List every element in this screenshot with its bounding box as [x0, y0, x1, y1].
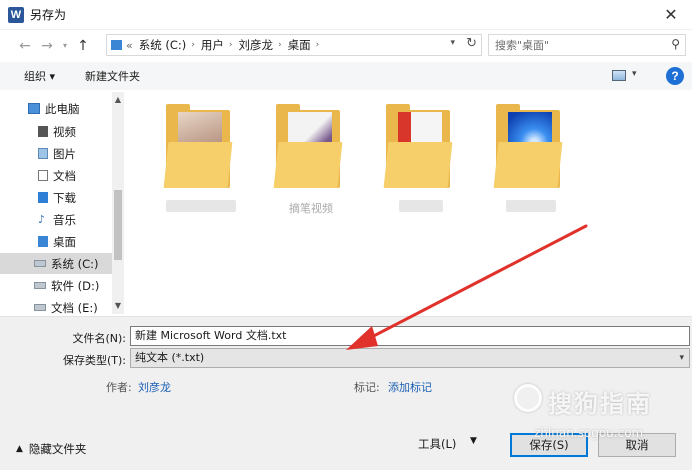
- document-folder-icon: [38, 170, 48, 181]
- hide-folders-label: 隐藏文件夹: [28, 442, 87, 456]
- filename-input[interactable]: 新建 Microsoft Word 文档.txt: [130, 326, 690, 346]
- sogou-logo-icon: [514, 384, 542, 412]
- tags-label: 标记:: [354, 381, 380, 394]
- sidebar-item-this-pc[interactable]: 此电脑: [0, 98, 112, 119]
- sidebar-item-drive-d[interactable]: 软件 (D:): [0, 275, 112, 296]
- back-arrow-icon[interactable]: ←: [14, 35, 36, 57]
- sidebar-item-documents[interactable]: 文档: [0, 165, 112, 186]
- filetype-value: 纯文本 (*.txt): [135, 351, 205, 364]
- sidebar-item-drive-e[interactable]: 文档 (E:): [0, 297, 112, 318]
- address-bar[interactable]: « 系统 (C:) › 用户 › 刘彦龙 › 桌面 › ▾ ↻: [106, 34, 482, 56]
- chevron-down-icon[interactable]: ▾: [679, 349, 684, 367]
- breadcrumb-item[interactable]: 刘彦龙: [239, 37, 274, 53]
- folder-icon-front: [493, 142, 563, 188]
- chevron-up-icon: ▲: [16, 444, 23, 454]
- drive-icon: [34, 282, 46, 289]
- drive-icon: [34, 304, 46, 311]
- sidebar-scrollbar[interactable]: ▲ ▼: [112, 92, 124, 314]
- search-placeholder: 搜索"桌面": [495, 39, 550, 52]
- sidebar-item-label: 下载: [53, 190, 76, 205]
- refresh-icon[interactable]: ↻: [466, 36, 477, 51]
- sidebar-item-label: 文档: [53, 168, 76, 183]
- music-folder-icon: ♪: [38, 213, 46, 226]
- sidebar-item-drive-c[interactable]: 系统 (C:): [0, 253, 112, 274]
- drive-icon: [34, 260, 46, 267]
- folder-name: [156, 200, 246, 215]
- forward-arrow-icon[interactable]: →: [36, 35, 58, 57]
- sidebar-item-label: 文档 (E:): [51, 300, 98, 315]
- help-icon[interactable]: ?: [666, 67, 684, 85]
- sidebar-item-label: 软件 (D:): [51, 278, 100, 293]
- tools-button[interactable]: 工具(L): [418, 436, 456, 452]
- sidebar-item-label: 视频: [53, 124, 76, 139]
- sidebar-item-music[interactable]: ♪ 音乐: [0, 209, 112, 230]
- word-app-icon: W: [8, 6, 24, 23]
- breadcrumb-item[interactable]: 用户: [201, 37, 224, 53]
- folder-item[interactable]: 摘笔视频: [266, 102, 356, 215]
- scroll-up-icon[interactable]: ▲: [112, 94, 124, 106]
- desktop-folder-icon: [38, 236, 48, 247]
- organize-button[interactable]: 组织 ▾: [24, 68, 55, 84]
- folder-icon-front: [383, 142, 453, 188]
- new-folder-button[interactable]: 新建文件夹: [85, 68, 140, 84]
- folder-item[interactable]: [156, 102, 246, 212]
- folder-icon-front: [163, 142, 233, 188]
- sidebar-item-downloads[interactable]: 下载: [0, 187, 112, 208]
- sidebar-item-videos[interactable]: 视频: [0, 121, 112, 142]
- folder-name: 摘笔视频: [289, 202, 333, 215]
- up-arrow-icon[interactable]: ↑: [72, 35, 94, 57]
- chevron-right-icon[interactable]: ›: [316, 40, 320, 50]
- filename-label: 文件名(N):: [72, 332, 126, 345]
- download-folder-icon: [38, 192, 48, 203]
- scroll-down-icon[interactable]: ▼: [112, 300, 124, 312]
- view-options-icon[interactable]: [612, 70, 626, 81]
- watermark-url: zhinan.sogou.com: [534, 426, 644, 440]
- video-folder-icon: [38, 126, 48, 137]
- folder-item[interactable]: [376, 102, 466, 212]
- search-icon[interactable]: ⚲: [671, 37, 680, 51]
- sidebar-item-label: 此电脑: [45, 101, 80, 116]
- folder-name: [376, 200, 466, 215]
- filetype-label: 保存类型(T):: [62, 354, 126, 367]
- desktop-folder-icon: [111, 40, 122, 50]
- scrollbar-thumb[interactable]: [114, 190, 122, 260]
- window-title: 另存为: [30, 8, 67, 22]
- chevron-right-icon[interactable]: ›: [229, 40, 233, 50]
- search-input[interactable]: 搜索"桌面" ⚲: [488, 34, 686, 56]
- recent-dropdown-icon[interactable]: ▾: [58, 35, 72, 57]
- folder-icon-front: [273, 142, 343, 188]
- dialog-footer: ▲ 隐藏文件夹 工具(L) ▼ 保存(S) 取消: [0, 417, 692, 470]
- navigation-pane: 此电脑 视频 图片 文档 下载 ♪ 音乐 桌面 系统 (C:) 软件 (D:) …: [0, 92, 124, 315]
- sidebar-item-desktop[interactable]: 桌面: [0, 231, 112, 252]
- title-bar: W 另存为 ✕: [0, 0, 692, 30]
- chevron-right-icon[interactable]: ›: [191, 40, 195, 50]
- close-icon[interactable]: ✕: [660, 5, 682, 25]
- author-label: 作者:: [106, 381, 132, 394]
- sidebar-item-label: 桌面: [53, 234, 76, 249]
- folder-item[interactable]: [486, 102, 576, 212]
- breadcrumb-item[interactable]: 系统 (C:): [139, 37, 187, 53]
- file-list: 摘笔视频: [126, 92, 692, 314]
- address-row: ← → ▾ ↑ « 系统 (C:) › 用户 › 刘彦龙 › 桌面 › ▾ ↻ …: [0, 32, 692, 60]
- filetype-select[interactable]: 纯文本 (*.txt) ▾: [130, 348, 690, 368]
- watermark-brand: 搜狗指南: [548, 390, 652, 418]
- sidebar-item-label: 系统 (C:): [51, 256, 99, 271]
- chevron-down-icon[interactable]: ▾: [632, 69, 637, 79]
- sidebar-item-pictures[interactable]: 图片: [0, 143, 112, 164]
- author-value[interactable]: 刘彦龙: [138, 379, 171, 395]
- command-toolbar: 组织 ▾ 新建文件夹 ▾ ?: [0, 62, 692, 90]
- folder-name: [486, 200, 576, 215]
- sidebar-item-label: 图片: [53, 146, 76, 161]
- sidebar-item-label: 音乐: [53, 212, 76, 227]
- hide-folders-toggle[interactable]: ▲ 隐藏文件夹: [16, 441, 86, 457]
- chevron-right-icon[interactable]: ›: [278, 40, 282, 50]
- chevron-down-icon[interactable]: ▼: [470, 436, 477, 446]
- add-tags-link[interactable]: 添加标记: [388, 379, 432, 395]
- picture-folder-icon: [38, 148, 48, 159]
- computer-icon: [28, 103, 40, 114]
- chevron-down-icon[interactable]: ▾: [450, 38, 455, 48]
- breadcrumb-item[interactable]: 桌面: [288, 37, 311, 53]
- breadcrumb-overflow[interactable]: «: [126, 39, 133, 52]
